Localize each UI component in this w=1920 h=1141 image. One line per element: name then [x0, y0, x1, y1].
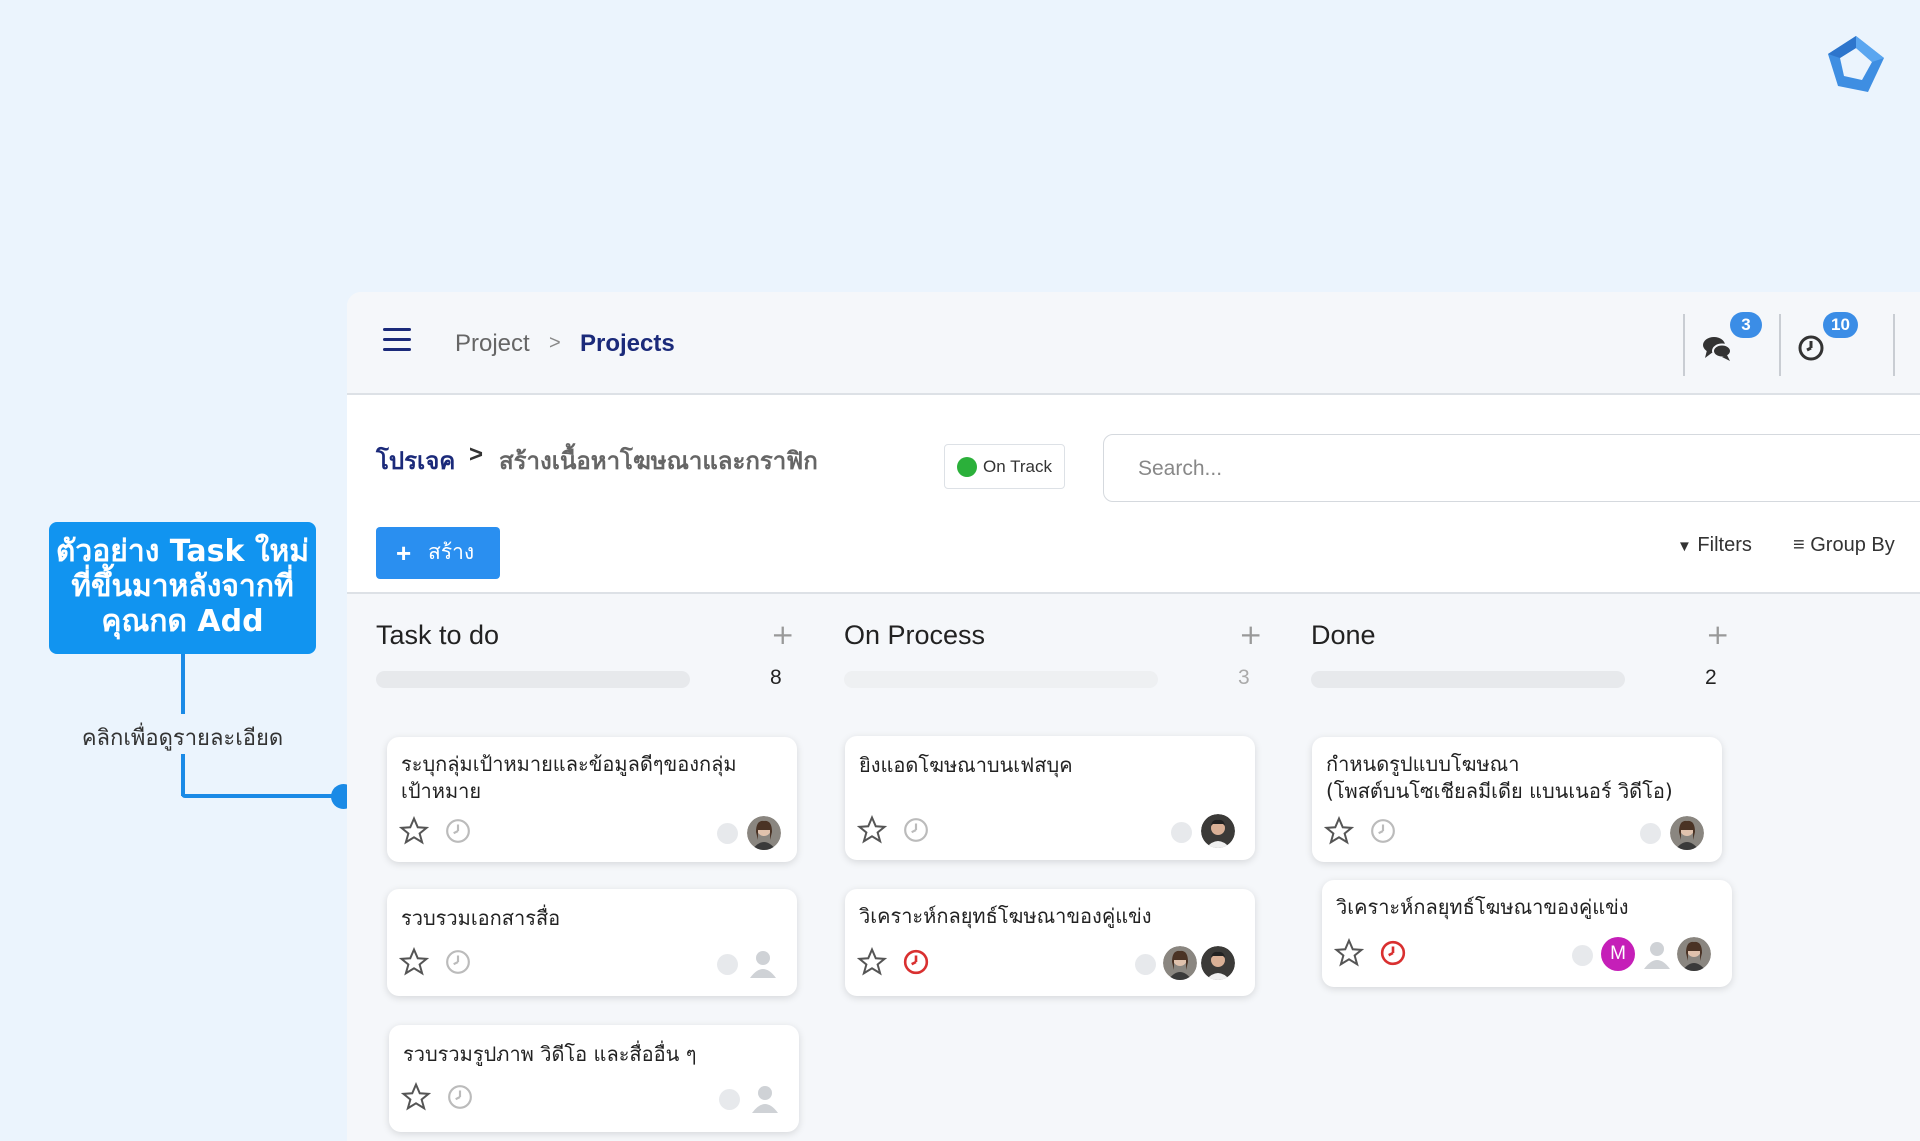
- project-breadcrumb-root[interactable]: โปรเจค: [376, 441, 455, 480]
- assignee-slot[interactable]: [1572, 945, 1593, 966]
- app-logo: [1828, 36, 1884, 92]
- task-card[interactable]: กำหนดรูปแบบโฆษณา (โพสต์บนโซเชียลมีเดีย แ…: [1312, 737, 1722, 862]
- list-icon: ≡: [1793, 534, 1805, 556]
- chat-icon[interactable]: [1701, 332, 1733, 364]
- task-card[interactable]: รวบรวมเอกสารสื่อ: [387, 889, 797, 996]
- avatar[interactable]: [1201, 814, 1235, 848]
- clock-count-badge: 10: [1823, 312, 1858, 338]
- group-by-button[interactable]: ≡ Group By: [1793, 534, 1895, 557]
- star-icon[interactable]: [399, 816, 429, 846]
- annotation-connector: [181, 754, 185, 796]
- star-icon[interactable]: [399, 947, 429, 977]
- breadcrumb-project[interactable]: Project: [455, 330, 530, 358]
- annotation-callout: ตัวอย่าง Task ใหม่ ที่ขึ้นมาหลังจากที่ ค…: [49, 522, 316, 654]
- breadcrumb-projects[interactable]: Projects: [580, 330, 675, 358]
- avatar[interactable]: [1201, 946, 1235, 980]
- breadcrumb-separator: >: [549, 332, 561, 354]
- chat-count-badge: 3: [1730, 312, 1762, 338]
- task-card[interactable]: ระบุกลุ่มเป้าหมายและข้อมูลดีๆของกลุ่ม เป…: [387, 737, 797, 862]
- clock-icon[interactable]: [447, 1084, 473, 1110]
- assignee-slot[interactable]: [1171, 822, 1192, 843]
- status-label: On Track: [983, 457, 1052, 476]
- clock-icon[interactable]: [903, 817, 929, 843]
- assignee-slot[interactable]: [717, 823, 738, 844]
- annotation-line-3: คุณกด Add: [101, 604, 264, 639]
- assignee-slot[interactable]: [1135, 954, 1156, 975]
- top-bar: Project > Projects 3 10: [347, 292, 1920, 395]
- avatar[interactable]: [747, 816, 781, 850]
- annotation-line-1: ตัวอย่าง Task ใหม่: [55, 534, 310, 569]
- user-placeholder-icon[interactable]: [746, 946, 780, 980]
- user-placeholder-icon[interactable]: [748, 1081, 782, 1115]
- app-window: Project > Projects 3 10 โปรเจค > สร้างเน…: [347, 292, 1920, 1141]
- project-header: โปรเจค > สร้างเนื้อหาโฆษณาและกราฟิก On T…: [347, 395, 1920, 594]
- avatar-initial[interactable]: M: [1601, 937, 1635, 971]
- filters-label: Filters: [1697, 534, 1752, 556]
- divider: [1779, 314, 1781, 376]
- divider: [1683, 314, 1685, 376]
- column-count: 8: [770, 666, 782, 689]
- column-count: 2: [1705, 666, 1717, 689]
- filters-button[interactable]: ▼ Filters: [1677, 534, 1752, 557]
- create-button[interactable]: + สร้าง: [376, 527, 500, 579]
- column-progress-bar: [1311, 671, 1625, 688]
- column-progress-bar: [844, 671, 1158, 688]
- project-breadcrumb-separator: >: [469, 441, 484, 468]
- clock-icon[interactable]: [1370, 818, 1396, 844]
- task-card[interactable]: วิเคราะห์กลยุทธ์โฆษณาของคู่แข่ง: [845, 889, 1255, 996]
- column-count: 3: [1238, 666, 1250, 689]
- task-title: รวบรวมรูปภาพ วิดีโอ และสื่ออื่น ๆ: [403, 1042, 697, 1066]
- assignee-slot[interactable]: [1640, 823, 1661, 844]
- overdue-clock-icon[interactable]: [1380, 940, 1406, 966]
- task-card[interactable]: วิเคราะห์กลยุทธ์โฆษณาของคู่แข่ง M: [1322, 880, 1732, 987]
- status-dot: [957, 457, 977, 477]
- task-title: ยิงแอดโฆษณาบนเฟสบุค: [859, 753, 1073, 777]
- group-by-label: Group By: [1810, 534, 1895, 556]
- create-button-label: สร้าง: [428, 541, 475, 564]
- annotation-line-2: ที่ขึ้นมาหลังจากที่: [71, 569, 294, 604]
- star-icon[interactable]: [401, 1082, 431, 1112]
- column-title: On Process: [844, 620, 986, 650]
- task-title: วิเคราะห์กลยุทธ์โฆษณาของคู่แข่ง: [1336, 895, 1629, 919]
- add-task-icon[interactable]: +: [1239, 618, 1262, 651]
- star-icon[interactable]: [857, 947, 887, 977]
- filter-icon: ▼: [1677, 538, 1692, 555]
- column-progress-bar: [376, 671, 690, 688]
- clock-icon[interactable]: [445, 949, 471, 975]
- column-title: Task to do: [376, 620, 500, 650]
- status-badge[interactable]: On Track: [944, 444, 1065, 489]
- annotation-connector: [181, 654, 185, 714]
- user-placeholder-icon[interactable]: [1640, 937, 1674, 971]
- clock-icon[interactable]: [445, 818, 471, 844]
- overdue-clock-icon[interactable]: [903, 949, 929, 975]
- annotation-label: คลิกเพื่อดูรายละเอียด: [81, 725, 284, 750]
- divider: [1893, 314, 1895, 376]
- assignee-slot[interactable]: [719, 1089, 740, 1110]
- task-title: กำหนดรูปแบบโฆษณา (โพสต์บนโซเชียลมีเดีย แ…: [1326, 752, 1673, 803]
- add-task-icon[interactable]: +: [1706, 618, 1729, 651]
- star-icon[interactable]: [857, 815, 887, 845]
- add-task-icon[interactable]: +: [771, 618, 794, 651]
- task-title: วิเคราะห์กลยุทธ์โฆษณาของคู่แข่ง: [859, 904, 1152, 928]
- search-input[interactable]: Search...: [1103, 434, 1920, 502]
- avatar[interactable]: [1670, 816, 1704, 850]
- project-breadcrumb-name: สร้างเนื้อหาโฆษณาและกราฟิก: [499, 448, 818, 475]
- task-card[interactable]: ยิงแอดโฆษณาบนเฟสบุค: [845, 736, 1255, 860]
- task-title: รวบรวมเอกสารสื่อ: [401, 906, 561, 930]
- avatar[interactable]: [1163, 946, 1197, 980]
- star-icon[interactable]: [1324, 816, 1354, 846]
- task-title: ระบุกลุ่มเป้าหมายและข้อมูลดีๆของกลุ่ม เป…: [401, 752, 737, 803]
- task-card[interactable]: รวบรวมรูปภาพ วิดีโอ และสื่ออื่น ๆ: [389, 1025, 799, 1132]
- avatar[interactable]: [1677, 937, 1711, 971]
- clock-icon[interactable]: [1797, 332, 1829, 364]
- annotation-connector: [181, 794, 341, 798]
- column-title: Done: [1311, 620, 1376, 650]
- assignee-slot[interactable]: [717, 954, 738, 975]
- plus-icon: +: [396, 538, 412, 568]
- star-icon[interactable]: [1334, 938, 1364, 968]
- hamburger-menu-icon[interactable]: [383, 328, 411, 352]
